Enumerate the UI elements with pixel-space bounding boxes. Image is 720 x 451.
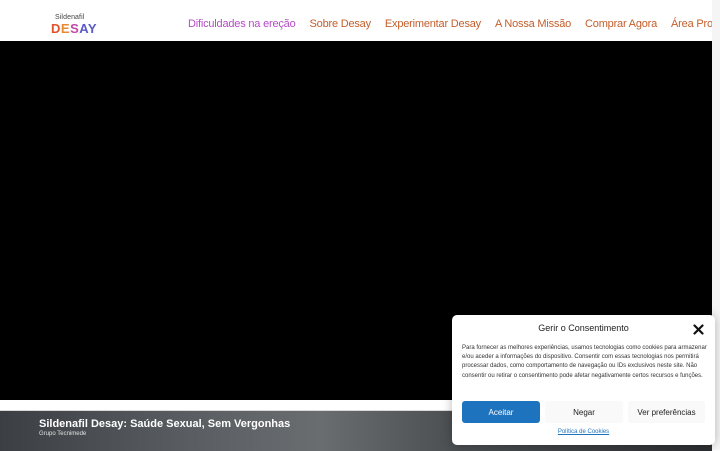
deny-button[interactable]: Negar bbox=[545, 401, 623, 423]
site-logo[interactable]: Sildenafil DESAY bbox=[51, 14, 97, 35]
cookie-consent-dialog: Gerir o Consentimento Para fornecer as m… bbox=[452, 315, 715, 445]
nav-item-mission[interactable]: A Nossa Missão bbox=[495, 18, 571, 30]
nav-item-try[interactable]: Experimentar Desay bbox=[385, 18, 481, 30]
logo-wordmark: DESAY bbox=[51, 21, 98, 36]
cookie-policy-link[interactable]: Política de Cookies bbox=[452, 429, 715, 435]
nav-item-erection-difficulties[interactable]: Dificuldades na ereção bbox=[188, 18, 296, 30]
nav-item-about[interactable]: Sobre Desay bbox=[310, 18, 372, 30]
accept-button[interactable]: Aceitar bbox=[462, 401, 540, 423]
video-title[interactable]: Sildenafil Desay: Saúde Sexual, Sem Verg… bbox=[39, 418, 290, 430]
preferences-button[interactable]: Ver preferências bbox=[628, 401, 705, 423]
consent-text: Para fornecer as melhores experiências, … bbox=[462, 345, 707, 379]
site-header: Sildenafil DESAY Dificuldades na ereção … bbox=[0, 0, 720, 41]
close-icon[interactable] bbox=[693, 322, 704, 335]
logo-subtitle: Sildenafil bbox=[55, 14, 85, 21]
video-channel[interactable]: Grupo Tecnimede bbox=[39, 431, 86, 437]
consent-title: Gerir o Consentimento bbox=[538, 323, 629, 333]
nav-item-buy[interactable]: Comprar Agora bbox=[585, 18, 657, 30]
main-nav: Dificuldades na ereção Sobre Desay Exper… bbox=[188, 18, 720, 30]
